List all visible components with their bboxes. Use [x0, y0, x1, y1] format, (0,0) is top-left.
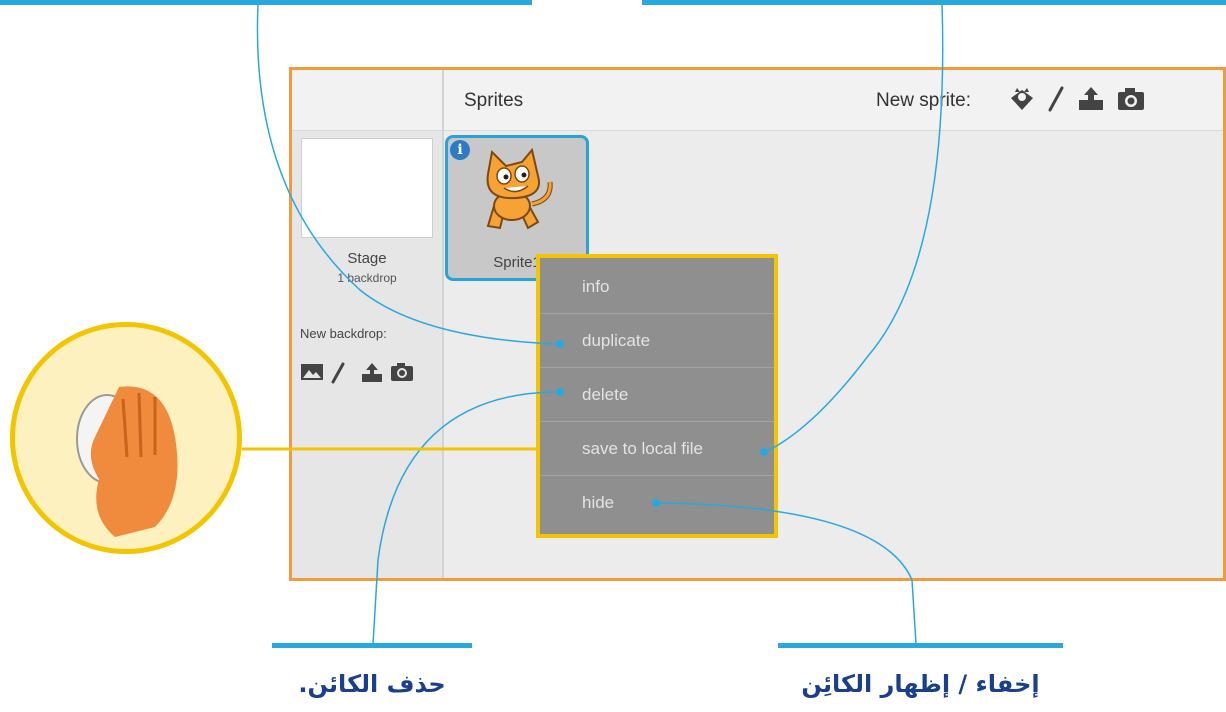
delete-sprite-caption: حذف الكائن. — [298, 670, 446, 698]
callout-bar-bottom-left — [272, 643, 472, 648]
hide-show-sprite-caption: إخفاء / إظهار الكائِن — [801, 670, 1040, 698]
callout-bar-bottom-right — [778, 643, 1063, 648]
callout-lines — [242, 3, 944, 645]
